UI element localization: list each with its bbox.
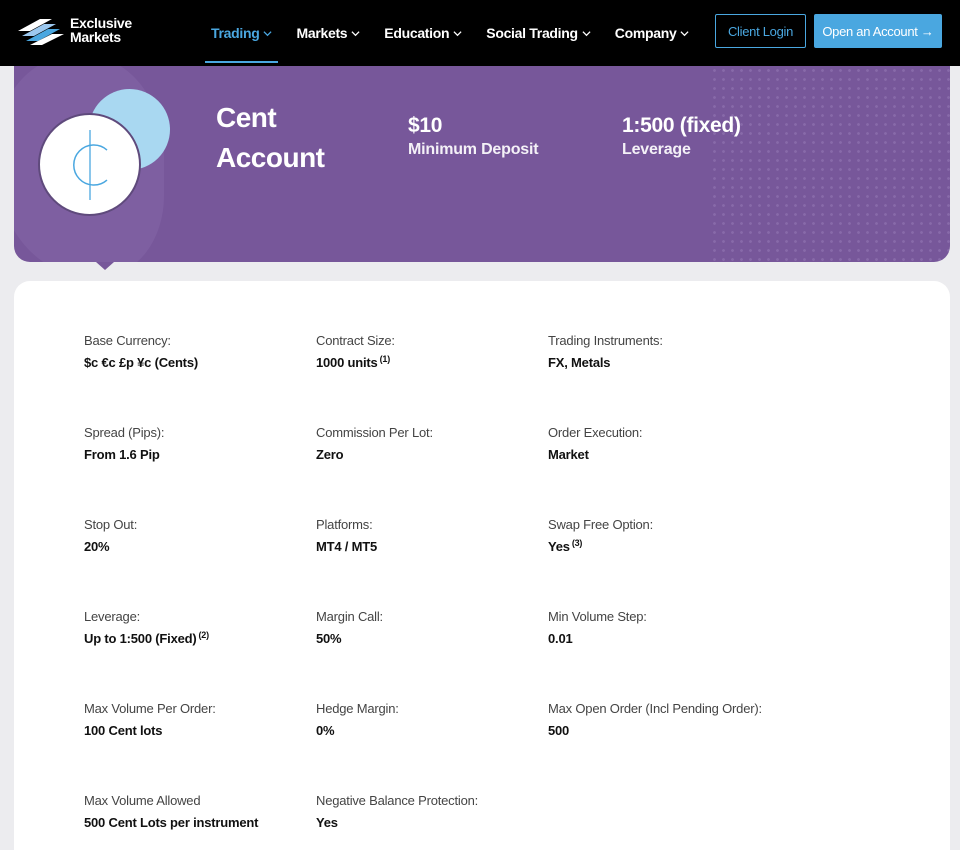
decorative-dot-pattern [710, 66, 950, 262]
minimum-deposit-stat: $10 Minimum Deposit [408, 113, 539, 161]
client-login-button[interactable]: Client Login [715, 14, 806, 48]
spec-label: Leverage: [84, 609, 141, 624]
spec-value: Up to 1:500 (Fixed) (2) [84, 630, 210, 646]
spec-label: Base Currency: [84, 333, 171, 348]
leverage-stat: 1:500 (fixed) Leverage [622, 113, 741, 161]
logo-mark-icon [18, 19, 64, 45]
open-account-button[interactable]: Open an Account → [814, 14, 942, 48]
spec-value: From 1.6 Pip [84, 447, 160, 462]
spec-value: Market [548, 447, 589, 462]
menu-item-label: Company [614, 25, 677, 41]
spec-max-volume-allowed: Max Volume Allowed 500 Cent Lots per ins… [84, 792, 260, 832]
spec-label: Spread (Pips): [84, 425, 165, 440]
menu-item-trading[interactable]: Trading [205, 0, 279, 66]
spec-label: Commission Per Lot: [316, 425, 433, 440]
spec-value: Yes [316, 815, 338, 830]
cent-icon-badge [38, 113, 141, 216]
menu-item-social-trading[interactable]: Social Trading [480, 0, 597, 66]
spec-label: Trading Instruments: [548, 333, 663, 348]
spec-value: 50% [316, 631, 342, 646]
account-title: Cent Account [216, 98, 366, 178]
spec-value: MT4 / MT5 [316, 539, 378, 554]
spec-stop-out: Stop Out: 20% [84, 516, 137, 556]
spec-leverage: Leverage: Up to 1:500 (Fixed) (2) [84, 608, 209, 648]
spec-trading-instruments: Trading Instruments: FX, Metals [548, 332, 663, 372]
exclusive-markets-logo[interactable]: Exclusive Markets [18, 14, 142, 48]
logo-wordmark: Exclusive Markets [70, 16, 132, 44]
spec-min-volume-step: Min Volume Step: 0.01 [548, 608, 647, 648]
spec-spread: Spread (Pips): From 1.6 Pip [84, 424, 164, 464]
spec-label: Platforms: [316, 517, 373, 532]
spec-commission: Commission Per Lot: Zero [316, 424, 433, 464]
cent-icon [72, 129, 107, 200]
chevron-down-icon [582, 30, 591, 36]
spec-value: FX, Metals [548, 355, 611, 370]
chevron-down-icon [453, 30, 462, 36]
spec-label: Stop Out: [84, 517, 138, 532]
spec-value: 500 Cent Lots per instrument [84, 815, 259, 830]
chevron-down-icon [680, 30, 690, 36]
account-title-line-2: Account [216, 142, 325, 173]
chevron-down-icon [351, 30, 360, 36]
spec-contract-size: Contract Size: 1000 units (1) [316, 332, 395, 372]
spec-order-execution: Order Execution: Market [548, 424, 643, 464]
spec-label: Max Volume Per Order: [84, 701, 216, 716]
menu-item-company[interactable]: Company [609, 0, 696, 66]
leverage-value: 1:500 (fixed) [622, 114, 741, 137]
account-hero-banner [14, 66, 950, 262]
spec-value: Zero [316, 447, 344, 462]
footnote-marker: (3) [571, 538, 583, 548]
logo-line-2: Markets [70, 29, 121, 45]
spec-platforms: Platforms: MT4 / MT5 [316, 516, 379, 556]
spec-label: Contract Size: [316, 333, 395, 348]
logo-line-1: Exclusive [70, 15, 132, 31]
menu-item-label: Social Trading [486, 25, 578, 41]
spec-value: 1000 units (1) [316, 354, 391, 370]
menu-item-education[interactable]: Education [378, 0, 468, 66]
footnote-marker: (2) [198, 630, 210, 640]
spec-value: 20% [84, 539, 110, 554]
spec-hedge-margin: Hedge Margin: 0% [316, 700, 399, 740]
spec-value: 500 [548, 723, 570, 738]
spec-value: 0.01 [548, 631, 573, 646]
spec-label: Max Open Order (Incl Pending Order): [548, 701, 762, 716]
menu-item-markets[interactable]: Markets [290, 0, 366, 66]
main-menu: Trading Markets Education Social Trading… [205, 0, 707, 66]
spec-value: Yes (3) [548, 538, 583, 554]
spec-label: Margin Call: [316, 609, 383, 624]
hero-pointer-arrow [96, 262, 114, 270]
spec-label: Swap Free Option: [548, 517, 653, 532]
spec-label: Negative Balance Protection: [316, 793, 479, 808]
chevron-down-icon [263, 30, 273, 36]
menu-item-label: Education [384, 25, 450, 41]
leverage-label: Leverage [622, 141, 691, 158]
spec-label: Min Volume Step: [548, 609, 647, 624]
spec-margin-call: Margin Call: 50% [316, 608, 383, 648]
minimum-deposit-value: $10 [408, 114, 443, 137]
spec-swap-free: Swap Free Option: Yes (3) [548, 516, 653, 556]
spec-max-open-order: Max Open Order (Incl Pending Order): 500 [548, 700, 762, 740]
top-navigation: Exclusive Markets Trading Markets Educat… [0, 0, 960, 66]
spec-value: 0% [316, 723, 335, 738]
spec-label: Order Execution: [548, 425, 643, 440]
account-title-line-1: Cent [216, 102, 277, 133]
spec-negative-balance-protection: Negative Balance Protection: Yes [316, 792, 478, 832]
spec-label: Max Volume Allowed [84, 793, 201, 808]
spec-max-volume-per-order: Max Volume Per Order: 100 Cent lots [84, 700, 216, 740]
footnote-marker: (1) [379, 354, 391, 364]
spec-value: 100 Cent lots [84, 723, 163, 738]
menu-item-label: Markets [296, 25, 348, 41]
menu-item-label: Trading [211, 25, 260, 41]
spec-base-currency: Base Currency: $c €c £p ¥c (Cents) [84, 332, 200, 372]
minimum-deposit-label: Minimum Deposit [408, 141, 539, 158]
spec-label: Hedge Margin: [316, 701, 399, 716]
spec-value: $c €c £p ¥c (Cents) [84, 355, 198, 370]
